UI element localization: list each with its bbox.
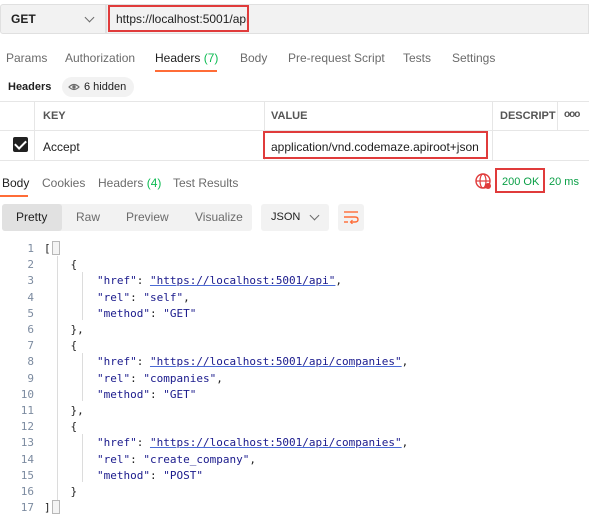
json-url-value[interactable]: "https://localhost:5001/api/companies" xyxy=(150,355,402,368)
url-highlight-box xyxy=(108,5,249,32)
json-string-value: "companies" xyxy=(143,372,217,385)
tab-pre-request-script[interactable]: Pre-request Script xyxy=(288,51,385,65)
json-string-value: "GET" xyxy=(163,388,197,401)
code-line: "rel": "self", xyxy=(96,291,190,304)
json-key: "method" xyxy=(96,469,150,482)
response-tab-cookies[interactable]: Cookies xyxy=(42,176,85,190)
json-url-value[interactable]: "https://localhost:5001/api" xyxy=(150,274,335,287)
json-key: "rel" xyxy=(96,372,131,385)
tab-tests[interactable]: Tests xyxy=(403,51,431,65)
json-key: "href" xyxy=(96,355,137,368)
code-line: "method": "GET" xyxy=(96,388,197,401)
line-number: 11 xyxy=(20,404,34,417)
line-number: 4 xyxy=(27,291,34,304)
line-number: 5 xyxy=(27,307,34,320)
eye-icon xyxy=(68,83,80,91)
json-key: "method" xyxy=(96,388,150,401)
line-number: 17 xyxy=(20,501,34,514)
tab-body[interactable]: Body xyxy=(240,51,267,65)
method-label: GET xyxy=(11,12,36,26)
tab-authorization[interactable]: Authorization xyxy=(65,51,135,65)
json-key: "href" xyxy=(96,436,137,449)
json-url-value[interactable]: "https://localhost:5001/api/companies" xyxy=(150,436,402,449)
table-col-divider xyxy=(492,101,493,160)
wrap-lines-icon xyxy=(344,211,359,224)
tab-headers[interactable]: Headers (7) xyxy=(155,51,218,65)
code-line: { xyxy=(44,258,78,271)
line-number: 12 xyxy=(20,420,34,433)
headers-section-label: Headers xyxy=(8,81,52,93)
response-tab-body[interactable]: Body xyxy=(2,176,29,190)
line-number: 8 xyxy=(27,355,34,368)
view-pretty-button[interactable]: Pretty xyxy=(16,210,47,224)
code-line: "method": "GET" xyxy=(96,307,197,320)
line-number: 1 xyxy=(27,242,34,255)
line-number: 9 xyxy=(27,372,34,385)
code-line: [ xyxy=(44,242,51,255)
code-line: }, xyxy=(44,404,84,417)
bracket-match-highlight xyxy=(52,500,60,514)
table-border-bottom xyxy=(0,160,589,161)
line-number: 15 xyxy=(20,469,34,482)
headers-count: (7) xyxy=(203,51,219,65)
code-line: "href": "https://localhost:5001/api/comp… xyxy=(96,436,409,449)
view-raw-button[interactable]: Raw xyxy=(76,210,100,224)
json-string-value: "POST" xyxy=(163,469,203,482)
tab-settings[interactable]: Settings xyxy=(452,51,495,65)
format-label: JSON xyxy=(271,211,301,223)
code-line: "href": "https://localhost:5001/api/comp… xyxy=(96,355,409,368)
response-time[interactable]: 20 ms xyxy=(549,176,579,188)
hidden-headers-label: 6 hidden xyxy=(84,81,127,93)
active-tab-indicator xyxy=(155,70,217,72)
line-number: 14 xyxy=(20,453,34,466)
view-visualize-button[interactable]: Visualize xyxy=(195,210,243,224)
line-number: 6 xyxy=(27,323,34,336)
code-line: }, xyxy=(44,323,84,336)
checkbox-checked-icon[interactable] xyxy=(13,137,28,152)
line-number: 13 xyxy=(20,436,34,449)
response-tab-test-results[interactable]: Test Results xyxy=(173,176,238,190)
table-col-divider xyxy=(557,101,558,130)
bracket-match-highlight xyxy=(52,241,60,255)
response-tab-headers[interactable]: Headers (4) xyxy=(98,176,161,190)
column-header-key: KEY xyxy=(43,110,66,122)
header-key-cell[interactable]: Accept xyxy=(43,140,80,154)
line-number: 16 xyxy=(20,485,34,498)
tab-params[interactable]: Params xyxy=(6,51,47,65)
response-headers-count: (4) xyxy=(146,176,162,190)
status-highlight-box xyxy=(495,168,545,193)
code-line: "rel": "companies", xyxy=(96,372,223,385)
json-key: "rel" xyxy=(96,453,131,466)
json-key: "method" xyxy=(96,307,150,320)
value-highlight-box xyxy=(263,131,488,159)
json-string-value: "create_company" xyxy=(143,453,250,466)
view-preview-button[interactable]: Preview xyxy=(126,210,169,224)
code-line: { xyxy=(44,339,78,352)
code-line: ] xyxy=(44,501,51,514)
line-number: 3 xyxy=(27,274,34,287)
active-response-tab-indicator xyxy=(0,195,28,197)
more-options-icon[interactable]: ooo xyxy=(564,109,580,120)
column-header-description: DESCRIPT xyxy=(500,110,556,122)
code-line: "href": "https://localhost:5001/api", xyxy=(96,274,343,287)
json-string-value: "GET" xyxy=(163,307,197,320)
json-key: "rel" xyxy=(96,291,131,304)
line-number: 7 xyxy=(27,339,34,352)
code-line: { xyxy=(44,420,78,433)
json-string-value: "self" xyxy=(143,291,184,304)
table-col-divider xyxy=(34,101,35,160)
json-key: "href" xyxy=(96,274,137,287)
column-header-value: VALUE xyxy=(271,110,308,122)
table-border-top xyxy=(0,101,589,102)
line-number: 2 xyxy=(27,258,34,271)
code-line: "rel": "create_company", xyxy=(96,453,256,466)
globe-icon[interactable] xyxy=(474,172,492,190)
line-number: 10 xyxy=(20,388,34,401)
code-line: } xyxy=(44,485,78,498)
code-line: "method": "POST" xyxy=(96,469,203,482)
